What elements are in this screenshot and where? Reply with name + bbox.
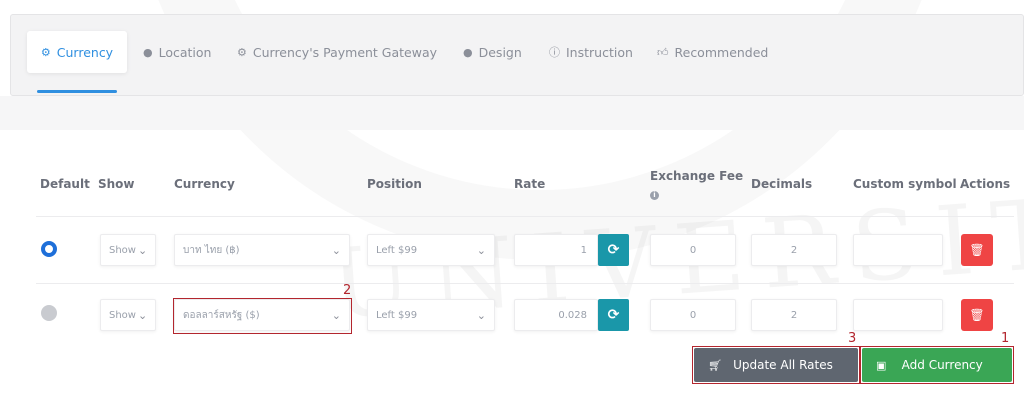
active-tab-indicator: [37, 90, 117, 93]
row-divider: [36, 283, 1014, 284]
tab-label: Instruction: [566, 44, 633, 60]
header-exchange-fee: Exchange Fee i: [650, 168, 743, 202]
annotation-marker-3: 3: [848, 331, 857, 346]
refresh-rate-button[interactable]: ⟳: [598, 234, 629, 266]
row-divider: [36, 216, 1014, 217]
tab-design[interactable]: ● Design: [463, 31, 522, 73]
tab-currency[interactable]: ⚙ Currency: [27, 31, 127, 73]
position-select[interactable]: Left $99 ⌄: [367, 299, 495, 331]
refresh-rate-button[interactable]: ⟳: [598, 299, 629, 331]
header-actions: Actions: [960, 177, 1011, 191]
rate-input[interactable]: 0.028: [514, 299, 598, 331]
header-default: Default: [40, 177, 90, 191]
position-value: Left $99: [376, 309, 418, 321]
default-radio[interactable]: [41, 305, 57, 321]
tab-instruction[interactable]: ⓘ Instruction: [549, 31, 633, 73]
tab-bar: ⚙ Currency ● Location ⚙ Currency's Payme…: [10, 14, 1024, 96]
annotation-box-3: [692, 346, 860, 384]
decimals-input[interactable]: 2: [751, 299, 837, 331]
trash-icon: 🗑︎: [969, 308, 985, 322]
globe-icon: ●: [143, 45, 153, 59]
tab-location[interactable]: ● Location: [143, 31, 211, 73]
tab-label: Currency: [56, 44, 114, 60]
header-exchange-fee-label: Exchange Fee: [650, 169, 744, 183]
delete-button[interactable]: 🗑︎: [961, 234, 993, 266]
tab-label: Design: [478, 44, 522, 60]
custom-symbol-input[interactable]: [853, 299, 943, 331]
annotation-marker-2: 2: [343, 283, 352, 298]
thumbs-up-icon: 👍︎: [657, 45, 669, 59]
header-position: Position: [367, 177, 422, 191]
info-icon: ⓘ: [549, 45, 560, 59]
chevron-down-icon: ⌄: [137, 308, 148, 322]
header-show: Show: [98, 177, 135, 191]
refresh-icon: ⟳: [607, 242, 620, 258]
header-currency: Currency: [174, 177, 235, 191]
show-select[interactable]: Show ⌄: [100, 234, 156, 266]
info-icon[interactable]: i: [650, 191, 659, 200]
annotation-box-2: [173, 298, 352, 334]
position-select[interactable]: Left $99 ⌄: [367, 234, 495, 266]
position-value: Left $99: [376, 244, 418, 256]
divider-band: [0, 96, 1024, 130]
globe-icon: ●: [463, 45, 473, 59]
chevron-down-icon: ⌄: [331, 243, 341, 257]
tab-payment-gateway[interactable]: ⚙ Currency's Payment Gateway: [237, 31, 437, 73]
chevron-down-icon: ⌄: [476, 243, 486, 257]
gear-icon: ⚙: [237, 45, 247, 59]
header-rate: Rate: [514, 177, 546, 191]
gear-icon: ⚙: [40, 45, 51, 59]
annotation-box-1: [860, 346, 1014, 384]
chevron-down-icon: ⌄: [137, 243, 148, 257]
decimals-input[interactable]: 2: [751, 234, 837, 266]
rate-input[interactable]: 1: [514, 234, 598, 266]
show-value: Show: [109, 309, 136, 321]
exchange-fee-input[interactable]: 0: [650, 299, 736, 331]
tab-label: Recommended: [674, 44, 769, 60]
header-custom-symbol: Custom symbol: [853, 177, 957, 191]
chevron-down-icon: ⌄: [476, 308, 486, 322]
default-radio[interactable]: [41, 241, 57, 257]
delete-button[interactable]: 🗑︎: [961, 299, 993, 331]
custom-symbol-input[interactable]: [853, 234, 943, 266]
exchange-fee-input[interactable]: 0: [650, 234, 736, 266]
show-value: Show: [109, 244, 136, 256]
refresh-icon: ⟳: [607, 307, 620, 323]
tab-label: Currency's Payment Gateway: [252, 44, 438, 60]
currency-value: บาท ไทย (฿): [183, 244, 240, 256]
show-select[interactable]: Show ⌄: [100, 299, 156, 331]
tab-label: Location: [158, 44, 212, 60]
trash-icon: 🗑︎: [969, 243, 985, 257]
header-decimals: Decimals: [751, 177, 813, 191]
annotation-marker-1: 1: [1001, 331, 1010, 346]
currency-select[interactable]: บาท ไทย (฿) ⌄: [174, 234, 350, 266]
tab-recommended[interactable]: 👍︎ Recommended: [657, 31, 768, 73]
